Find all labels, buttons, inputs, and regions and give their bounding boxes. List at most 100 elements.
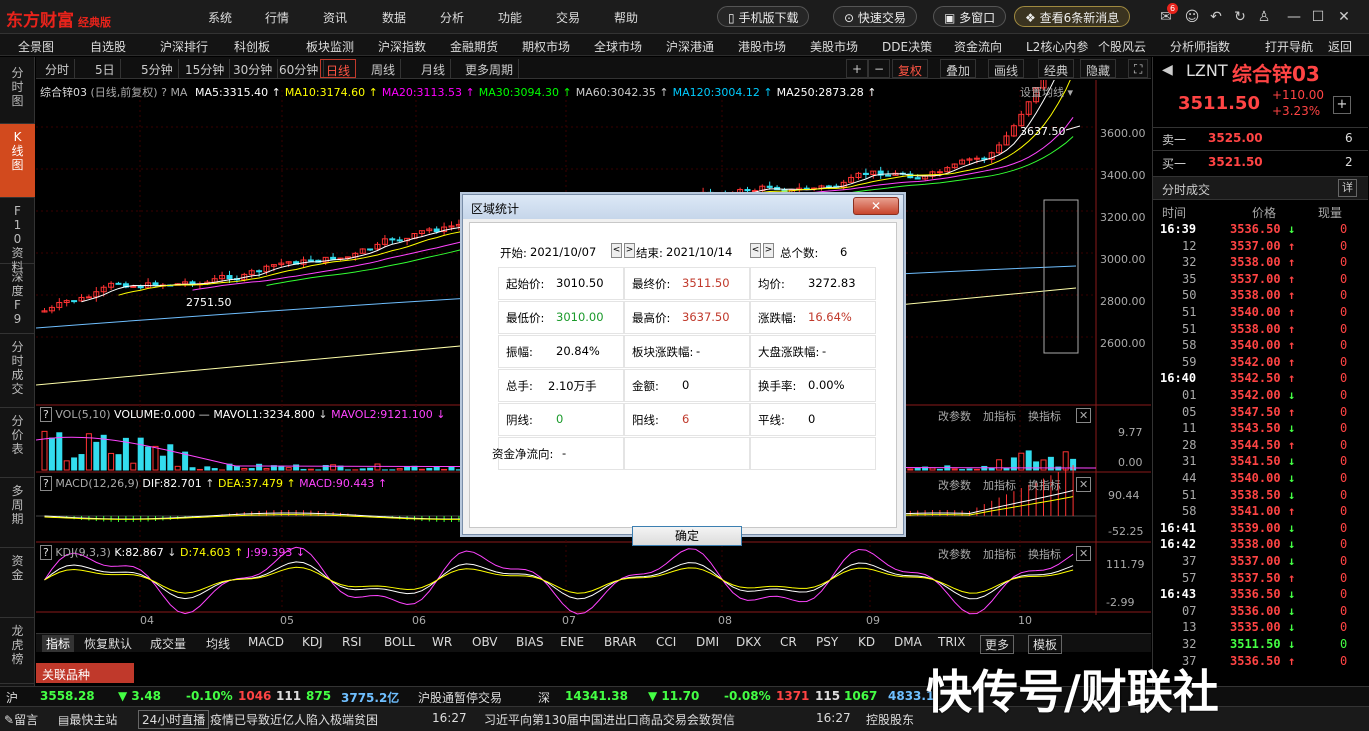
indicator-tab[interactable]: CCI bbox=[656, 635, 676, 649]
tick-row[interactable]: 01 3542.00 ↓ 0 bbox=[1160, 388, 1360, 405]
period-tab[interactable]: 15分钟 bbox=[180, 59, 231, 78]
tick-row[interactable]: 58 3540.00 ↑ 0 bbox=[1160, 338, 1360, 355]
live-24h-tab[interactable]: 24小时直播 bbox=[138, 710, 210, 729]
related-products-tab[interactable]: 关联品种 bbox=[36, 663, 134, 683]
message-button[interactable]: ✎留言 bbox=[4, 711, 38, 728]
indicator-tab[interactable]: KD bbox=[858, 635, 875, 649]
end-next-button[interactable]: > bbox=[763, 243, 774, 258]
maximize-icon[interactable]: ☐ bbox=[1308, 7, 1328, 27]
indicator-tab[interactable]: 均线 bbox=[206, 635, 230, 652]
ma-settings-button[interactable]: 设置均线 ▾ bbox=[1020, 84, 1073, 100]
indicator-tab[interactable]: 更多 bbox=[980, 635, 1015, 654]
close-icon[interactable]: ✕ bbox=[1334, 7, 1354, 27]
panel-close-icon[interactable]: ✕ bbox=[1076, 546, 1092, 561]
chart-tool-button[interactable]: 复权 bbox=[892, 59, 929, 78]
period-tab[interactable]: 更多周期 bbox=[460, 59, 520, 78]
nav-item[interactable]: 港股市场 bbox=[738, 38, 786, 55]
help-icon[interactable]: ? bbox=[40, 545, 52, 560]
end-prev-button[interactable]: < bbox=[750, 243, 761, 258]
indicator-tab[interactable]: BRAR bbox=[604, 635, 637, 649]
mobile-download-button[interactable]: ▯ 手机版下载 bbox=[717, 6, 810, 27]
dialog-close-button[interactable]: ✕ bbox=[853, 197, 899, 215]
sidebar-item[interactable]: 龙虎榜 bbox=[0, 618, 35, 684]
sidebar-item[interactable]: 分价表 bbox=[0, 408, 35, 478]
news-ticker-2[interactable]: 习近平向第130届中国进出口商品交易会致贺信 bbox=[484, 711, 735, 728]
indicator-tab[interactable]: 模板 bbox=[1028, 635, 1063, 654]
nav-item[interactable]: 沪深指数 bbox=[378, 38, 426, 55]
panel-action-button[interactable]: 加指标 bbox=[983, 546, 1016, 562]
panel-action-button[interactable]: 换指标 bbox=[1028, 408, 1061, 424]
chart-tool-button[interactable]: 经典 bbox=[1038, 59, 1075, 78]
nav-item[interactable]: 科创板 bbox=[234, 38, 270, 55]
nav-item[interactable]: 板块监测 bbox=[306, 38, 354, 55]
indicator-tab[interactable]: BIAS bbox=[516, 635, 544, 649]
nav-item[interactable]: 打开导航 bbox=[1265, 38, 1313, 55]
top-menu-item[interactable]: 分析 bbox=[440, 9, 464, 26]
panel-action-button[interactable]: 换指标 bbox=[1028, 546, 1061, 562]
chart-tool-button[interactable]: + bbox=[846, 59, 869, 78]
tick-row[interactable]: 11 3543.50 ↓ 0 bbox=[1160, 421, 1360, 438]
indicator-tab[interactable]: 指标 bbox=[42, 635, 75, 652]
tick-row[interactable]: 16:41 3539.00 ↓ 0 bbox=[1160, 521, 1360, 538]
nav-item[interactable]: 资金流向 bbox=[954, 38, 1002, 55]
tick-row[interactable]: 37 3537.00 ↓ 0 bbox=[1160, 554, 1360, 571]
tick-row[interactable]: 16:43 3536.50 ↓ 0 bbox=[1160, 587, 1360, 604]
nav-item[interactable]: 分析师指数 bbox=[1170, 38, 1230, 55]
period-tab[interactable]: 60分钟 bbox=[274, 59, 325, 78]
user-icon[interactable]: ☺ bbox=[1182, 7, 1202, 27]
tick-row[interactable]: 35 3537.00 ↑ 0 bbox=[1160, 272, 1360, 289]
tick-row[interactable]: 28 3544.50 ↑ 0 bbox=[1160, 438, 1360, 455]
nav-item[interactable]: 全景图 bbox=[18, 38, 54, 55]
tick-row[interactable]: 31 3541.50 ↓ 0 bbox=[1160, 454, 1360, 471]
nav-item[interactable]: 自选股 bbox=[90, 38, 126, 55]
tick-row[interactable]: 59 3542.00 ↑ 0 bbox=[1160, 355, 1360, 372]
nav-item[interactable]: 全球市场 bbox=[594, 38, 642, 55]
help-icon[interactable]: ? bbox=[40, 407, 52, 422]
indicator-tab[interactable]: DKX bbox=[736, 635, 761, 649]
tick-row[interactable]: 12 3537.00 ↑ 0 bbox=[1160, 239, 1360, 256]
nav-item[interactable]: DDE决策 bbox=[882, 38, 932, 55]
indicator-tab[interactable]: DMI bbox=[696, 635, 719, 649]
indicator-tab[interactable]: MACD bbox=[248, 635, 284, 649]
tick-row[interactable]: 07 3536.00 ↓ 0 bbox=[1160, 604, 1360, 621]
top-menu-item[interactable]: 帮助 bbox=[614, 9, 638, 26]
sidebar-item[interactable]: 资金 bbox=[0, 548, 35, 618]
help-icon[interactable]: ? bbox=[40, 476, 52, 491]
tick-row[interactable]: 51 3538.00 ↑ 0 bbox=[1160, 322, 1360, 339]
start-prev-button[interactable]: < bbox=[611, 243, 622, 258]
multi-window-button[interactable]: ▣ 多窗口 bbox=[933, 6, 1007, 27]
panel-action-button[interactable]: 改参数 bbox=[938, 546, 971, 562]
nav-item[interactable]: 个股风云 bbox=[1098, 38, 1146, 55]
period-tab[interactable]: 分时 bbox=[40, 59, 76, 78]
add-watchlist-button[interactable]: + bbox=[1333, 96, 1351, 114]
tick-row[interactable]: 16:42 3538.00 ↓ 0 bbox=[1160, 537, 1360, 554]
tick-row[interactable]: 32 3511.50 ↓ 0 bbox=[1160, 637, 1360, 654]
collapse-icon[interactable]: ◀ bbox=[1162, 62, 1173, 78]
tick-row[interactable]: 57 3537.50 ↑ 0 bbox=[1160, 571, 1360, 588]
fullscreen-icon[interactable]: ⛶ bbox=[1128, 59, 1149, 78]
ok-button[interactable]: 确定 bbox=[632, 526, 742, 546]
tick-row[interactable]: 05 3547.50 ↑ 0 bbox=[1160, 405, 1360, 422]
quick-trade-button[interactable]: ⊙ 快速交易 bbox=[833, 6, 917, 27]
news-button[interactable]: ❖ 查看6条新消息 bbox=[1014, 6, 1131, 27]
nav-item[interactable]: 沪深排行 bbox=[160, 38, 208, 55]
indicator-tab[interactable]: TRIX bbox=[938, 635, 965, 649]
sidebar-item[interactable]: 分时成交 bbox=[0, 334, 35, 408]
chart-tool-button[interactable]: − bbox=[868, 59, 891, 78]
panel-action-button[interactable]: 加指标 bbox=[983, 408, 1016, 424]
period-tab[interactable]: 日线 bbox=[320, 59, 357, 78]
period-tab[interactable]: 周线 bbox=[366, 59, 402, 78]
top-menu-item[interactable]: 数据 bbox=[382, 9, 406, 26]
indicator-tab[interactable]: 成交量 bbox=[150, 635, 186, 652]
indicator-tab[interactable]: CR bbox=[780, 635, 797, 649]
panel-action-button[interactable]: 换指标 bbox=[1028, 477, 1061, 493]
indicator-tab[interactable]: BOLL bbox=[384, 635, 415, 649]
nav-item[interactable]: 期权市场 bbox=[522, 38, 570, 55]
news-ticker-3[interactable]: 控股股东 bbox=[866, 711, 914, 728]
top-menu-item[interactable]: 功能 bbox=[498, 9, 522, 26]
indicator-tab[interactable]: 恢复默认 bbox=[84, 635, 132, 652]
minimize-icon[interactable]: — bbox=[1284, 7, 1304, 27]
panel-action-button[interactable]: 改参数 bbox=[938, 477, 971, 493]
tick-row[interactable]: 58 3541.00 ↑ 0 bbox=[1160, 504, 1360, 521]
indicator-tab[interactable]: DMA bbox=[894, 635, 922, 649]
